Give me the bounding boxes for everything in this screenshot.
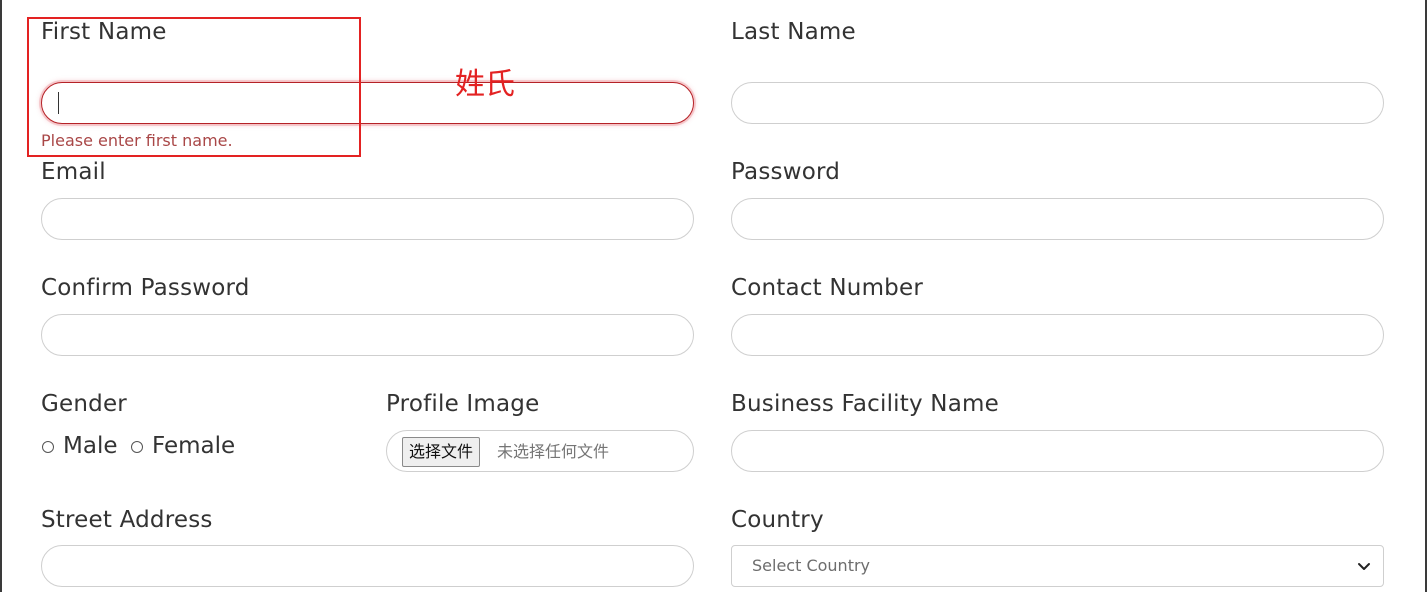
contact-number-input[interactable]: [731, 314, 1384, 356]
password-label: Password: [731, 159, 841, 185]
window-frame-left: [0, 0, 2, 592]
annotation-text: 姓氏: [455, 67, 515, 102]
business-facility-name-input[interactable]: [731, 430, 1384, 472]
gender-male-label[interactable]: Male: [63, 435, 117, 458]
email-input[interactable]: [41, 198, 694, 240]
chevron-down-icon: [1358, 563, 1370, 570]
confirm-password-input[interactable]: [41, 314, 694, 356]
last-name-input[interactable]: [731, 82, 1384, 124]
file-status-text: 未选择任何文件: [497, 442, 610, 461]
last-name-label: Last Name: [731, 19, 856, 45]
annotation-box: [27, 17, 361, 157]
country-label: Country: [731, 507, 824, 533]
gender-female-label[interactable]: Female: [152, 435, 235, 458]
business-facility-name-label: Business Facility Name: [731, 391, 999, 417]
country-select-value: Select Country: [752, 556, 871, 575]
profile-image-label: Profile Image: [386, 391, 540, 417]
street-address-label: Street Address: [41, 507, 213, 533]
country-select[interactable]: Select Country: [731, 545, 1384, 587]
confirm-password-label: Confirm Password: [41, 275, 250, 301]
gender-female-radio[interactable]: [131, 441, 143, 453]
choose-file-button[interactable]: 选择文件: [402, 437, 481, 467]
gender-label: Gender: [41, 391, 127, 417]
password-input[interactable]: [731, 198, 1384, 240]
gender-male-radio[interactable]: [42, 441, 54, 453]
profile-image-field[interactable]: 选择文件 未选择任何文件: [386, 430, 694, 472]
street-address-input[interactable]: [41, 545, 694, 587]
contact-number-label: Contact Number: [731, 275, 923, 301]
email-label: Email: [41, 159, 106, 185]
